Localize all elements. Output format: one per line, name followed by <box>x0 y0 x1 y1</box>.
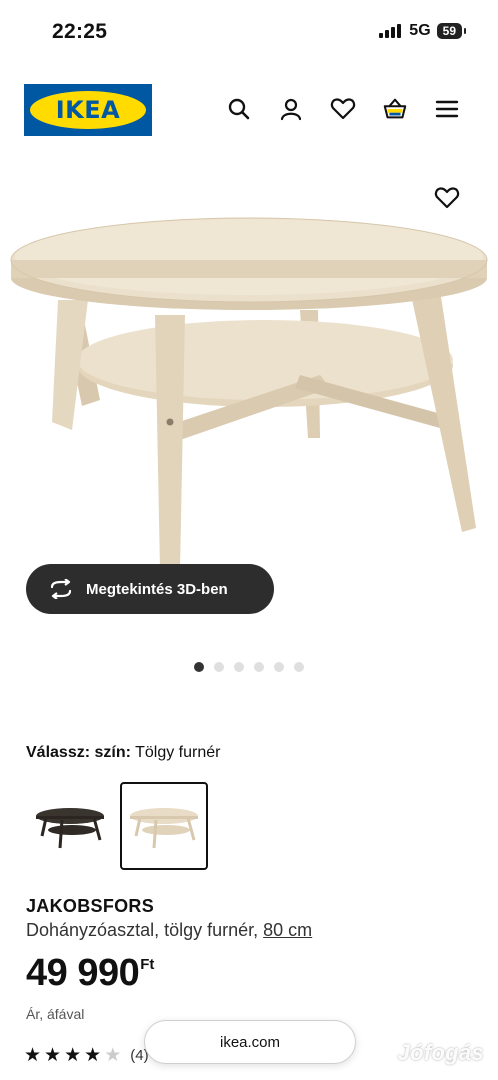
color-selector-label: Válassz: szín: Tölgy furnér <box>26 744 220 762</box>
product-image <box>10 217 488 570</box>
star-empty-icon: ★ <box>104 1045 122 1066</box>
header-icons <box>226 96 460 122</box>
cart-icon[interactable] <box>382 96 408 122</box>
logo-text: IKEA <box>55 96 121 124</box>
browser-url-bar[interactable]: ikea.com <box>144 1020 356 1064</box>
logo-oval: IKEA <box>30 91 146 129</box>
product-description-text: Dohányzóasztal, tölgy furnér, <box>26 920 259 940</box>
product-name: JAKOBSFORS <box>26 896 155 916</box>
product-gallery[interactable]: Megtekintés 3D-ben <box>0 160 498 640</box>
color-swatches <box>26 782 208 870</box>
carousel-dot[interactable] <box>234 662 244 672</box>
star-filled-icon: ★ <box>24 1045 42 1066</box>
search-icon[interactable] <box>226 96 252 122</box>
swatch-dark-brown[interactable] <box>26 782 114 870</box>
network-label: 5G <box>409 22 431 39</box>
carousel-dots <box>0 662 498 672</box>
carousel-dot[interactable] <box>214 662 224 672</box>
rating-stars[interactable]: ★ ★ ★ ★ ★ (4) <box>24 1046 149 1065</box>
carousel-dot[interactable] <box>274 662 284 672</box>
status-time: 22:25 <box>52 20 108 43</box>
ikea-logo[interactable]: IKEA <box>24 84 152 136</box>
heart-icon[interactable] <box>330 96 356 122</box>
vat-note: Ár, áfával <box>26 1006 85 1022</box>
color-value: Tölgy furnér <box>135 744 221 761</box>
price-currency: Ft <box>140 956 155 973</box>
star-filled-icon: ★ <box>84 1045 102 1066</box>
star-filled-icon: ★ <box>64 1045 82 1066</box>
carousel-dot[interactable] <box>294 662 304 672</box>
view-3d-label: Megtekintés 3D-ben <box>86 580 228 598</box>
favorite-heart-icon[interactable] <box>434 186 462 214</box>
color-label-prefix: Válassz: szín: <box>26 744 131 761</box>
star-filled-icon: ★ <box>44 1045 62 1066</box>
product-description: Dohányzóasztal, tölgy furnér, 80 cm <box>26 920 312 941</box>
url-text: ikea.com <box>219 1033 281 1051</box>
battery-icon: 59 <box>436 23 467 39</box>
price-value: 49 990 <box>26 952 140 994</box>
user-icon[interactable] <box>278 96 304 122</box>
site-header: IKEA <box>0 84 498 138</box>
carousel-dot[interactable] <box>194 662 204 672</box>
size-link[interactable]: 80 cm <box>263 920 312 940</box>
rotate-3d-icon <box>50 579 72 599</box>
watermark: Jófogás <box>397 1040 484 1065</box>
status-indicators: 5G 59 <box>379 22 467 40</box>
menu-icon[interactable] <box>434 96 460 122</box>
signal-icon <box>379 24 402 38</box>
status-bar: 22:25 5G 59 <box>0 0 498 64</box>
product-price: 49 990 Ft <box>26 952 154 995</box>
carousel-dot[interactable] <box>254 662 264 672</box>
view-3d-button[interactable]: Megtekintés 3D-ben <box>26 564 274 614</box>
swatch-oak-veneer[interactable] <box>120 782 208 870</box>
